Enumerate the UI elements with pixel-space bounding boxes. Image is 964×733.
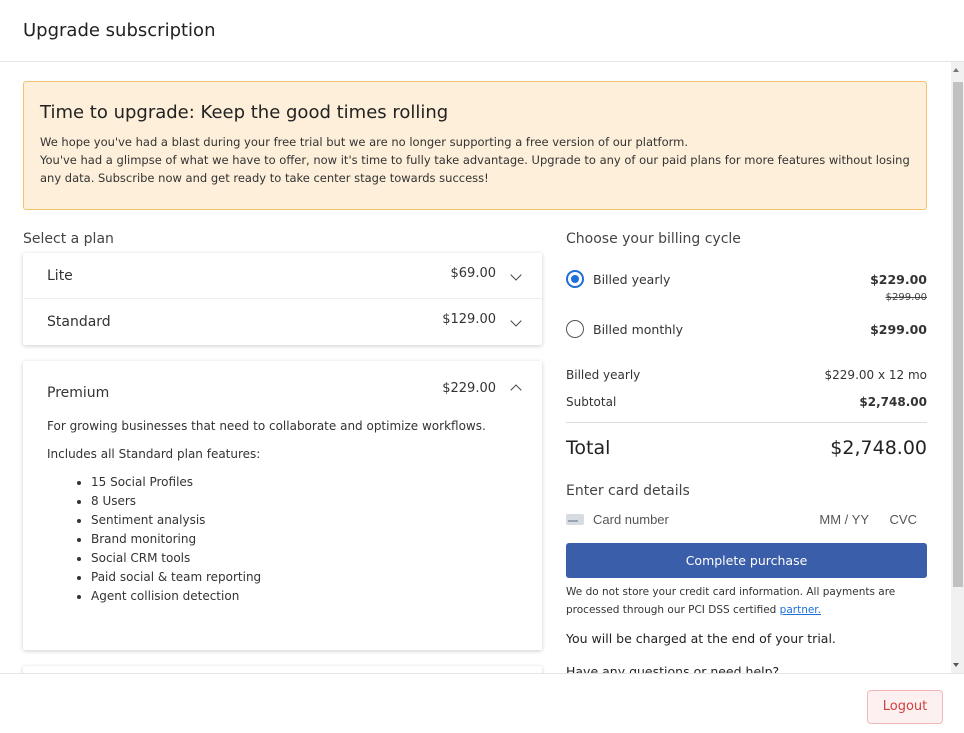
plan-premium-price: $229.00	[442, 381, 496, 396]
plan-lite-price: $69.00	[450, 266, 497, 281]
billing-cycle-label: Choose your billing cycle	[566, 231, 741, 247]
billing-yearly-option[interactable]: Billed yearly $229.00 $299.00	[566, 266, 927, 303]
billing-yearly-label: Billed yearly	[593, 272, 671, 287]
help-text: Have any questions or need help?	[566, 664, 780, 673]
credit-card-icon	[566, 514, 584, 525]
partner-link[interactable]: partner.	[780, 604, 821, 616]
billing-monthly-label: Billed monthly	[593, 322, 684, 337]
plan-standard-price: $129.00	[442, 312, 496, 327]
summary-billed-label: Billed yearly	[566, 368, 641, 382]
alert-line-2: You've had a glimpse of what we have to …	[40, 153, 910, 185]
modal-footer: Logout	[0, 673, 964, 733]
chevron-up-icon[interactable]	[510, 384, 522, 396]
card-cvc-field[interactable]: CVC	[890, 512, 917, 527]
plan-standard[interactable]: Standard $129.00	[23, 299, 542, 345]
billing-monthly-price: $299.00	[870, 322, 927, 337]
summary-divider	[566, 422, 927, 423]
summary-subtotal-value: $2,748.00	[859, 395, 927, 409]
total-label: Total	[566, 437, 611, 459]
feature-item: Sentiment analysis	[91, 511, 518, 530]
radio-monthly[interactable]	[566, 320, 584, 338]
billing-monthly-option[interactable]: Billed monthly $299.00	[566, 316, 927, 344]
billing-yearly-price: $229.00	[870, 272, 927, 287]
plan-list-card: Lite $69.00 Standard $129.00	[23, 253, 542, 345]
plan-premium-card: Premium $229.00 For growing businesses t…	[23, 361, 542, 650]
modal-body: Time to upgrade: Keep the good times rol…	[0, 62, 952, 673]
billing-yearly-original-price: $299.00	[885, 292, 927, 303]
plan-lite-name: Lite	[47, 268, 73, 284]
chevron-down-icon[interactable]	[510, 315, 522, 327]
card-expiry-field[interactable]: MM / YY	[819, 512, 869, 527]
plan-card-next	[23, 666, 542, 673]
chevron-down-icon[interactable]	[510, 269, 522, 281]
feature-item: Social CRM tools	[91, 549, 518, 568]
select-plan-label: Select a plan	[23, 231, 114, 247]
charge-note: You will be charged at the end of your t…	[566, 631, 836, 646]
summary-billed-row: Billed yearly $229.00 x 12 mo	[566, 368, 927, 382]
summary-billed-value: $229.00 x 12 mo	[824, 368, 927, 382]
scroll-down-icon[interactable]	[953, 663, 959, 667]
plan-standard-name: Standard	[47, 314, 111, 330]
feature-item: 8 Users	[91, 492, 518, 511]
payment-note: We do not store your credit card informa…	[566, 583, 927, 619]
feature-item: Brand monitoring	[91, 530, 518, 549]
total-value: $2,748.00	[830, 437, 927, 459]
modal-header: Upgrade subscription	[0, 0, 964, 62]
card-input[interactable]: Card number MM / YY CVC	[566, 510, 927, 530]
summary-subtotal-row: Subtotal $2,748.00	[566, 395, 927, 409]
scroll-up-icon[interactable]	[953, 68, 959, 72]
card-details-label: Enter card details	[566, 483, 690, 499]
alert-title: Time to upgrade: Keep the good times rol…	[40, 102, 449, 123]
plan-premium-description: For growing businesses that need to coll…	[47, 419, 486, 433]
plan-premium-includes: Includes all Standard plan features:	[47, 447, 261, 461]
summary-subtotal-label: Subtotal	[566, 395, 617, 409]
plan-lite[interactable]: Lite $69.00	[23, 253, 542, 299]
scrollbar-thumb[interactable]	[953, 82, 963, 587]
plan-premium[interactable]: Premium $229.00	[23, 361, 542, 419]
card-number-field[interactable]: Card number	[593, 512, 669, 527]
feature-item: Agent collision detection	[91, 587, 518, 606]
feature-item: Paid social & team reporting	[91, 568, 518, 587]
scrollbar[interactable]	[951, 62, 964, 673]
complete-purchase-button[interactable]: Complete purchase	[566, 543, 927, 578]
plan-premium-details: For growing businesses that need to coll…	[23, 419, 542, 606]
feature-item: 15 Social Profiles	[91, 473, 518, 492]
alert-line-1: We hope you've had a blast during your f…	[40, 135, 688, 149]
upgrade-alert: Time to upgrade: Keep the good times rol…	[23, 81, 927, 210]
plan-premium-name: Premium	[47, 385, 110, 401]
modal-title: Upgrade subscription	[23, 20, 216, 41]
radio-yearly[interactable]	[566, 270, 584, 288]
logout-button[interactable]: Logout	[867, 690, 943, 724]
plan-premium-features: 15 Social Profiles 8 Users Sentiment ana…	[47, 473, 518, 606]
payment-note-text: We do not store your credit card informa…	[566, 586, 896, 616]
